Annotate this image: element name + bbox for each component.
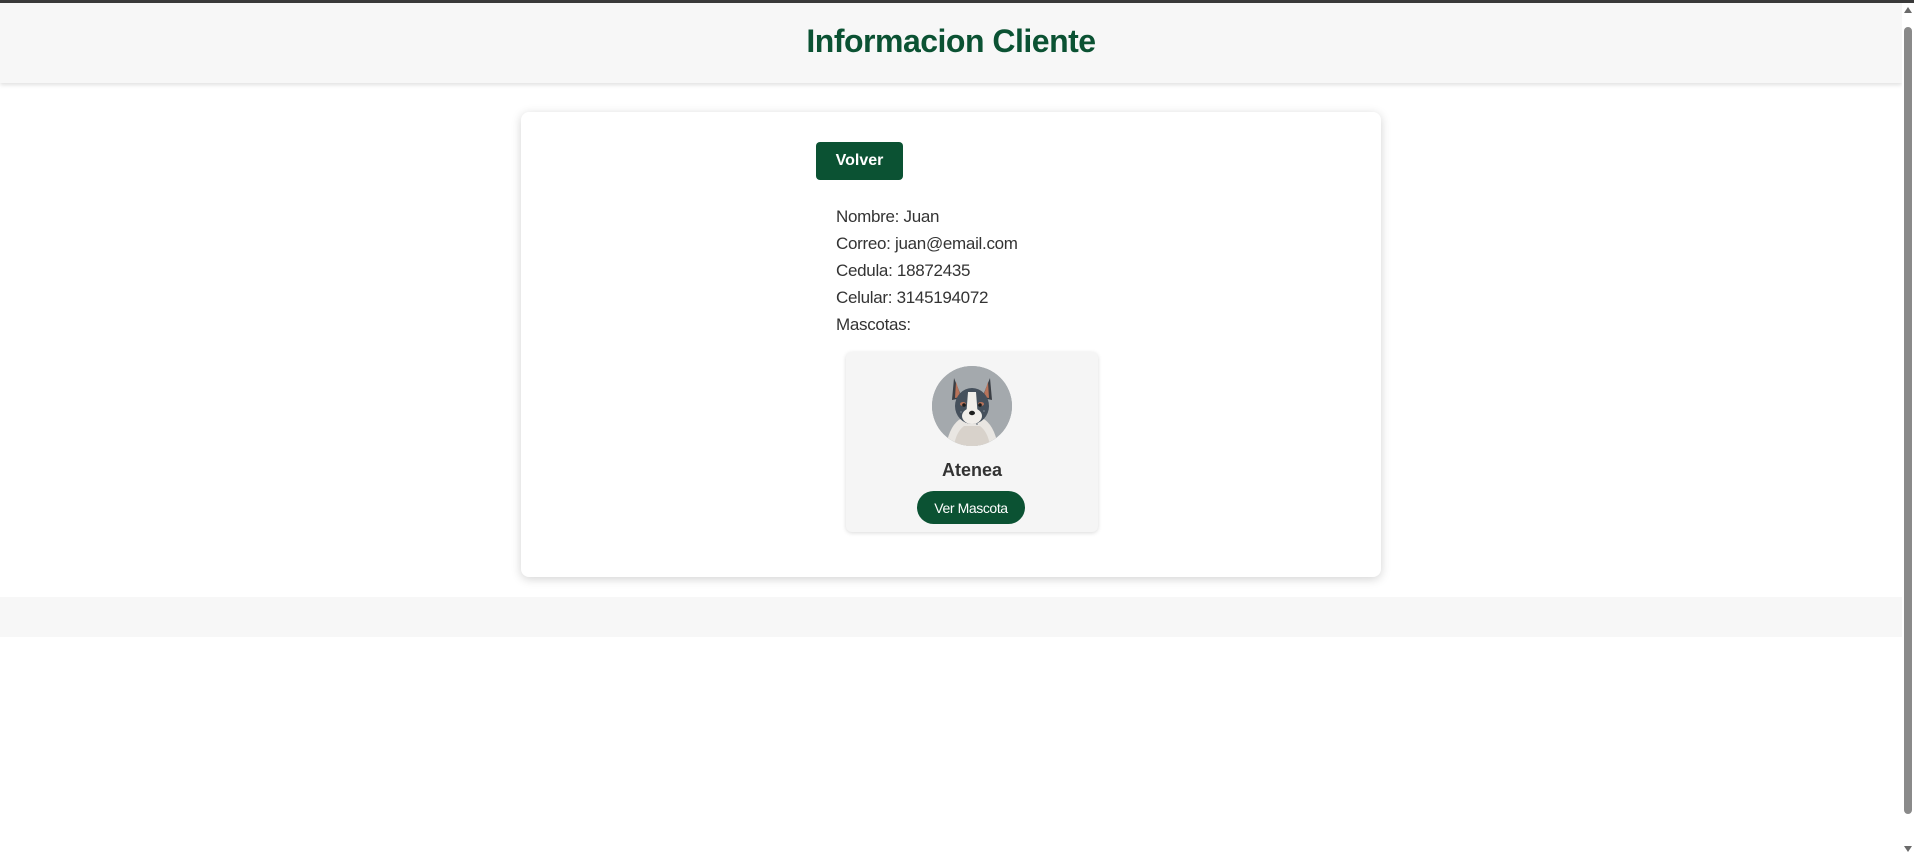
pet-avatar: [932, 366, 1012, 446]
client-name: Nombre: Juan: [836, 207, 940, 226]
view-pet-button[interactable]: Ver Mascota: [917, 491, 1025, 524]
client-id: Cedula: 18872435: [836, 261, 971, 280]
scroll-up-arrow-icon[interactable]: [1903, 5, 1913, 15]
client-card: Volver Nombre: Juan Correo: juan@email.c…: [521, 112, 1381, 577]
client-phone: Celular: 3145194072: [836, 288, 989, 307]
dog-photo-icon: [932, 366, 1012, 446]
scrollbar-thumb[interactable]: [1904, 27, 1912, 814]
client-info: Nombre: Juan Correo: juan@email.com Cedu…: [836, 203, 1018, 338]
page-footer: [0, 597, 1902, 637]
vertical-scrollbar[interactable]: [1902, 3, 1914, 854]
page-header: Informacion Cliente: [0, 3, 1902, 83]
pet-name: Atenea: [941, 460, 1003, 480]
back-button[interactable]: Volver: [816, 142, 903, 180]
scroll-down-arrow-icon[interactable]: [1903, 844, 1913, 854]
pets-label: Mascotas:: [836, 315, 911, 334]
client-email: Correo: juan@email.com: [836, 234, 1018, 253]
page-title: Informacion Cliente: [806, 22, 1096, 59]
pet-card: Atenea Ver Mascota: [846, 352, 1098, 532]
